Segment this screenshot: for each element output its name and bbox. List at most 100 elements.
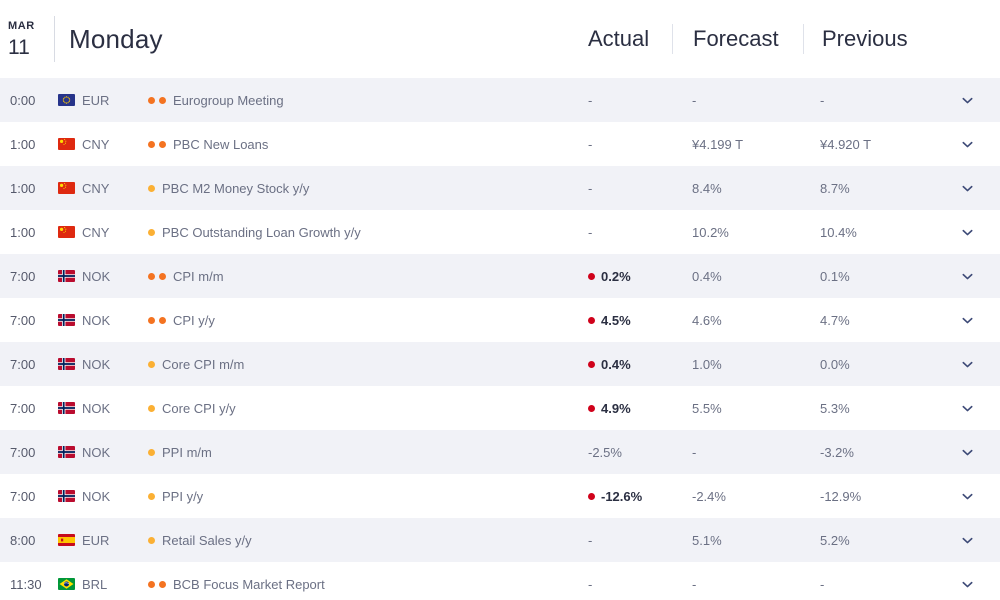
previous-value: ¥4.920 T bbox=[820, 136, 872, 152]
currency-code: NOK bbox=[82, 444, 111, 460]
impact-dots bbox=[148, 448, 155, 456]
impact-dots bbox=[148, 360, 155, 368]
forecast-value: -2.4% bbox=[692, 488, 726, 504]
event-name: PBC M2 Money Stock y/y bbox=[162, 180, 310, 196]
event-cell[interactable]: PPI m/m bbox=[148, 445, 560, 460]
previous-value: - bbox=[820, 92, 825, 108]
forecast-value: 0.4% bbox=[692, 268, 722, 284]
event-currency: NOK bbox=[58, 357, 148, 372]
expand-row-button[interactable] bbox=[942, 533, 1000, 548]
event-currency: NOK bbox=[58, 445, 148, 460]
actual-marker-icon bbox=[588, 272, 595, 280]
event-cell[interactable]: CPI y/y bbox=[148, 313, 560, 328]
previous-value: 4.7% bbox=[820, 312, 850, 328]
actual-cell: -12.6% bbox=[560, 489, 672, 504]
no-flag-icon bbox=[58, 402, 75, 414]
event-time: 7:00 bbox=[10, 444, 36, 460]
impact-dot-icon bbox=[148, 140, 155, 148]
column-header-previous: Previous bbox=[822, 26, 908, 51]
event-cell[interactable]: Retail Sales y/y bbox=[148, 533, 560, 548]
currency-code: NOK bbox=[82, 400, 111, 416]
previous-value: 5.2% bbox=[820, 532, 850, 548]
chevron-down-icon[interactable] bbox=[960, 93, 975, 108]
currency-code: EUR bbox=[82, 532, 110, 548]
no-flag-icon bbox=[58, 446, 75, 458]
impact-dot-icon bbox=[159, 316, 166, 324]
chevron-down-icon[interactable] bbox=[960, 181, 975, 196]
expand-row-button[interactable] bbox=[942, 357, 1000, 372]
impact-dot-icon bbox=[148, 184, 155, 192]
chevron-down-icon[interactable] bbox=[960, 269, 975, 284]
table-row[interactable]: 7:00 NOK PPI y/y -12.6% -2.4% -12.9% bbox=[0, 474, 1000, 518]
actual-value: - bbox=[588, 576, 593, 592]
no-flag-icon bbox=[58, 358, 75, 370]
table-row[interactable]: 7:00 NOK Core CPI m/m 0.4% 1.0% 0.0% bbox=[0, 342, 1000, 386]
chevron-down-icon[interactable] bbox=[960, 137, 975, 152]
event-cell[interactable]: BCB Focus Market Report bbox=[148, 577, 560, 592]
event-time: 7:00 bbox=[10, 400, 36, 416]
forecast-value: - bbox=[692, 576, 697, 592]
event-cell[interactable]: Core CPI m/m bbox=[148, 357, 560, 372]
event-time: 0:00 bbox=[10, 92, 36, 108]
event-time: 1:00 bbox=[10, 180, 36, 196]
expand-row-button[interactable] bbox=[942, 401, 1000, 416]
impact-dot-icon bbox=[148, 404, 155, 412]
event-name: BCB Focus Market Report bbox=[173, 576, 325, 592]
actual-cell: 4.5% bbox=[560, 313, 672, 328]
table-row[interactable]: 1:00 CNY PBC Outstanding Loan Growth y/y… bbox=[0, 210, 1000, 254]
no-flag-icon bbox=[58, 314, 75, 326]
impact-dots bbox=[148, 184, 155, 192]
expand-row-button[interactable] bbox=[942, 181, 1000, 196]
expand-row-button[interactable] bbox=[942, 577, 1000, 592]
actual-cell: - bbox=[560, 533, 672, 548]
chevron-down-icon[interactable] bbox=[960, 533, 975, 548]
table-row[interactable]: 11:30 BRL BCB Focus Market Report - - - bbox=[0, 562, 1000, 600]
actual-cell: - bbox=[560, 181, 672, 196]
previous-value: -3.2% bbox=[820, 444, 854, 460]
table-row[interactable]: 1:00 CNY PBC M2 Money Stock y/y - 8.4% 8… bbox=[0, 166, 1000, 210]
actual-value: -2.5% bbox=[588, 444, 622, 460]
event-cell[interactable]: Core CPI y/y bbox=[148, 401, 560, 416]
chevron-down-icon[interactable] bbox=[960, 357, 975, 372]
event-cell[interactable]: PBC Outstanding Loan Growth y/y bbox=[148, 225, 560, 240]
actual-marker-icon bbox=[588, 404, 595, 412]
expand-row-button[interactable] bbox=[942, 225, 1000, 240]
expand-row-button[interactable] bbox=[942, 313, 1000, 328]
event-cell[interactable]: Eurogroup Meeting bbox=[148, 93, 560, 108]
forecast-value: 1.0% bbox=[692, 356, 722, 372]
table-row[interactable]: 7:00 NOK Core CPI y/y 4.9% 5.5% 5.3% bbox=[0, 386, 1000, 430]
currency-code: CNY bbox=[82, 180, 110, 196]
expand-row-button[interactable] bbox=[942, 269, 1000, 284]
actual-value: 0.4% bbox=[601, 356, 631, 372]
expand-row-button[interactable] bbox=[942, 93, 1000, 108]
actual-cell: - bbox=[560, 577, 672, 592]
table-row[interactable]: 7:00 NOK CPI y/y 4.5% 4.6% 4.7% bbox=[0, 298, 1000, 342]
table-row[interactable]: 0:00 EUR Eurogroup Meeting - - - bbox=[0, 78, 1000, 122]
chevron-down-icon[interactable] bbox=[960, 445, 975, 460]
chevron-down-icon[interactable] bbox=[960, 313, 975, 328]
event-cell[interactable]: PBC M2 Money Stock y/y bbox=[148, 181, 560, 196]
expand-row-button[interactable] bbox=[942, 445, 1000, 460]
es-flag-icon bbox=[58, 534, 75, 546]
table-row[interactable]: 1:00 CNY PBC New Loans - ¥4.199 T ¥4.920… bbox=[0, 122, 1000, 166]
event-cell[interactable]: PPI y/y bbox=[148, 489, 560, 504]
event-currency: BRL bbox=[58, 577, 148, 592]
event-cell[interactable]: CPI m/m bbox=[148, 269, 560, 284]
event-name: Core CPI m/m bbox=[162, 356, 245, 372]
impact-dots bbox=[148, 404, 155, 412]
actual-value: - bbox=[588, 92, 593, 108]
chevron-down-icon[interactable] bbox=[960, 577, 975, 592]
actual-value: - bbox=[588, 532, 593, 548]
table-row[interactable]: 7:00 NOK PPI m/m -2.5% - -3.2% bbox=[0, 430, 1000, 474]
table-row[interactable]: 7:00 NOK CPI m/m 0.2% 0.4% 0.1% bbox=[0, 254, 1000, 298]
currency-code: EUR bbox=[82, 92, 110, 108]
expand-row-button[interactable] bbox=[942, 489, 1000, 504]
actual-cell: 0.4% bbox=[560, 357, 672, 372]
chevron-down-icon[interactable] bbox=[960, 489, 975, 504]
expand-row-button[interactable] bbox=[942, 137, 1000, 152]
event-cell[interactable]: PBC New Loans bbox=[148, 137, 560, 152]
event-currency: EUR bbox=[58, 533, 148, 548]
chevron-down-icon[interactable] bbox=[960, 225, 975, 240]
chevron-down-icon[interactable] bbox=[960, 401, 975, 416]
table-row[interactable]: 8:00 EUR Retail Sales y/y - 5.1% 5.2% bbox=[0, 518, 1000, 562]
